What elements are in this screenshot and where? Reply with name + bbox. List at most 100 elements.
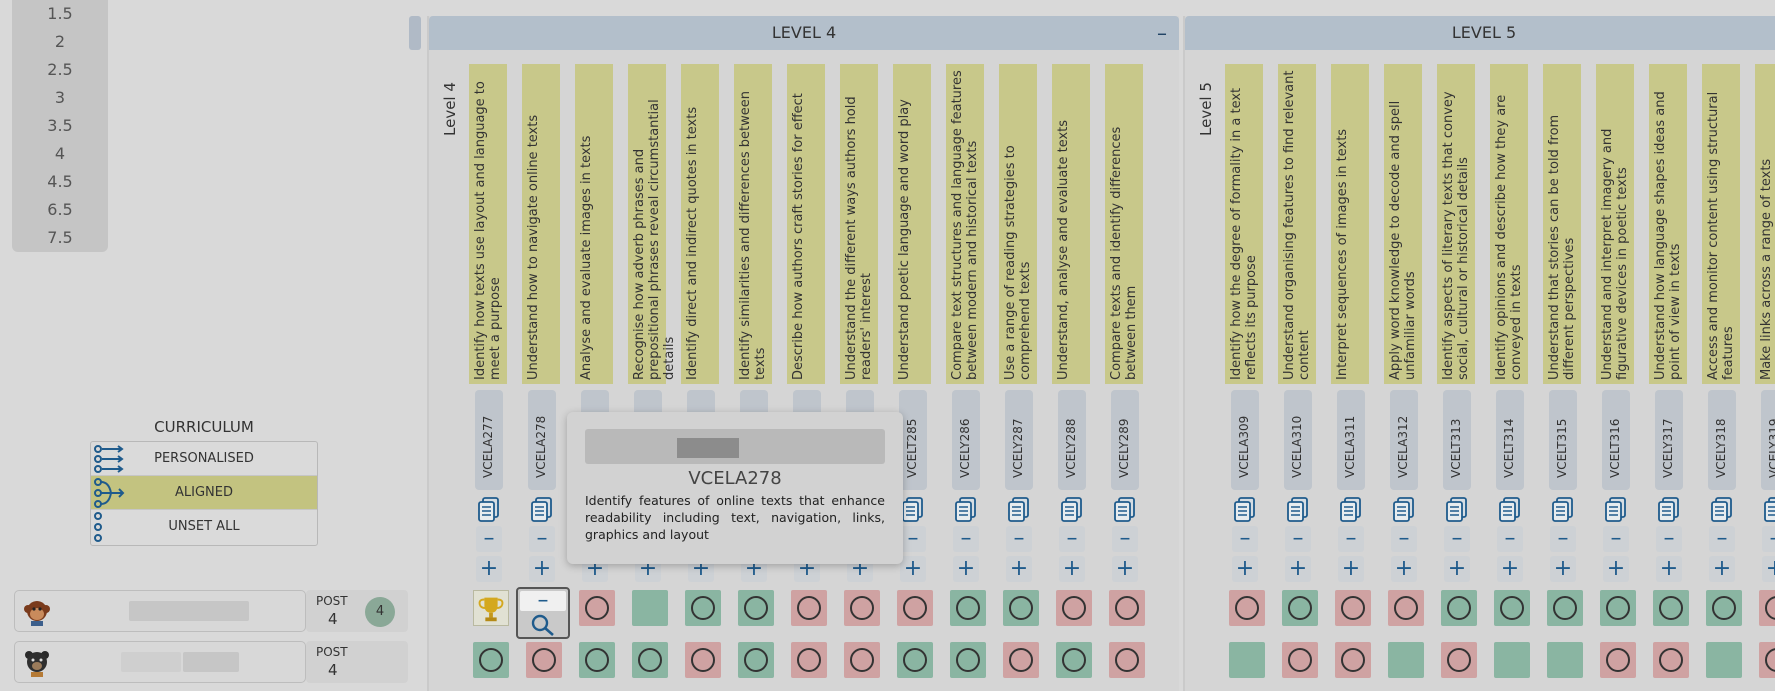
level-option[interactable]: 3 <box>12 84 108 112</box>
outcome-code-tab[interactable]: VCELY287 <box>1005 390 1033 490</box>
assessment-cell-green[interactable] <box>1600 590 1636 626</box>
assessment-cell-green[interactable] <box>1494 642 1530 678</box>
increase-button[interactable]: + <box>1006 556 1032 582</box>
assessment-cell-red[interactable] <box>685 642 721 678</box>
increase-button[interactable]: + <box>1112 556 1138 582</box>
assessment-cell-red[interactable] <box>791 642 827 678</box>
assessment-cell-green[interactable] <box>1229 642 1265 678</box>
trophy-icon[interactable] <box>473 590 509 626</box>
level-option[interactable]: 4 <box>12 140 108 168</box>
assessment-cell-red[interactable] <box>1759 642 1775 678</box>
outcome-code-tab[interactable]: VCELT314 <box>1496 390 1524 490</box>
assessment-cell-green[interactable] <box>738 642 774 678</box>
increase-button[interactable]: + <box>1285 556 1311 582</box>
decrease-button[interactable]: – <box>476 526 502 552</box>
outcome-code-tab[interactable]: VCELY286 <box>952 390 980 490</box>
remove-assessment-button[interactable]: – <box>520 590 566 612</box>
assessment-cell-red[interactable] <box>1282 642 1318 678</box>
assessment-cell-red[interactable] <box>1003 642 1039 678</box>
decrease-button[interactable]: – <box>1550 526 1576 552</box>
assessment-cell-red[interactable] <box>1335 590 1371 626</box>
assessment-cell-red[interactable] <box>791 590 827 626</box>
outcome-code-tab[interactable]: VCELA278 <box>528 390 556 490</box>
assessment-cell-red[interactable] <box>1388 590 1424 626</box>
level-option[interactable]: 6.5 <box>12 196 108 224</box>
search-icon[interactable] <box>530 613 556 637</box>
assessment-cell-green[interactable] <box>950 590 986 626</box>
document-icon[interactable] <box>1060 496 1084 522</box>
increase-button[interactable]: + <box>1550 556 1576 582</box>
assessment-cell-red[interactable] <box>1109 590 1145 626</box>
assessment-cell-red[interactable] <box>1759 590 1775 626</box>
assessment-cell-red[interactable] <box>1441 642 1477 678</box>
document-icon[interactable] <box>530 496 554 522</box>
assessment-cell-green[interactable] <box>738 590 774 626</box>
collapse-level-4-button[interactable]: – <box>1157 16 1167 50</box>
document-icon[interactable] <box>1657 496 1681 522</box>
assessment-cell-green[interactable] <box>897 642 933 678</box>
outcome-code-tab[interactable]: VCELA310 <box>1284 390 1312 490</box>
level-option[interactable]: 3.5 <box>12 112 108 140</box>
outcome-code-tab[interactable]: VCELA312 <box>1390 390 1418 490</box>
decrease-button[interactable]: – <box>1762 526 1775 552</box>
outcome-code-tab[interactable]: VCELY289 <box>1111 390 1139 490</box>
assessment-cell-red[interactable] <box>844 590 880 626</box>
outcome-code-tab[interactable]: VCELA277 <box>475 390 503 490</box>
decrease-button[interactable]: – <box>953 526 979 552</box>
document-icon[interactable] <box>1498 496 1522 522</box>
curriculum-unset-all-button[interactable]: UNSET ALL <box>91 510 317 544</box>
document-icon[interactable] <box>1007 496 1031 522</box>
increase-button[interactable]: + <box>953 556 979 582</box>
decrease-button[interactable]: – <box>1444 526 1470 552</box>
document-icon[interactable] <box>1339 496 1363 522</box>
document-icon[interactable] <box>1551 496 1575 522</box>
outcome-code-tab[interactable]: VCELY288 <box>1058 390 1086 490</box>
decrease-button[interactable]: – <box>1709 526 1735 552</box>
increase-button[interactable]: + <box>1444 556 1470 582</box>
decrease-button[interactable]: – <box>529 526 555 552</box>
document-icon[interactable] <box>1286 496 1310 522</box>
student-row-2[interactable] <box>14 641 306 683</box>
assessment-cell-red[interactable] <box>1653 642 1689 678</box>
increase-button[interactable]: + <box>1709 556 1735 582</box>
document-icon[interactable] <box>1233 496 1257 522</box>
assessment-cell-green[interactable] <box>1441 590 1477 626</box>
assessment-cell-green[interactable] <box>1003 590 1039 626</box>
outcome-code-tab[interactable]: VCELA311 <box>1337 390 1365 490</box>
outcome-code-tab[interactable]: VCELT315 <box>1549 390 1577 490</box>
outcome-code-tab[interactable]: VCELT316 <box>1602 390 1630 490</box>
decrease-button[interactable]: – <box>1656 526 1682 552</box>
curriculum-personalised-button[interactable]: PERSONALISED <box>91 442 317 476</box>
increase-button[interactable]: + <box>900 556 926 582</box>
assessment-cell-red[interactable] <box>1600 642 1636 678</box>
assessment-cell-red[interactable] <box>1335 642 1371 678</box>
assessment-cell-green[interactable] <box>632 642 668 678</box>
outcome-code-tab[interactable]: VCELT313 <box>1443 390 1471 490</box>
assessment-cell-green[interactable] <box>1706 642 1742 678</box>
decrease-button[interactable]: – <box>1059 526 1085 552</box>
decrease-button[interactable]: – <box>900 526 926 552</box>
outcome-code-tab[interactable]: VCELY317 <box>1655 390 1683 490</box>
assessment-cell-green[interactable] <box>1706 590 1742 626</box>
assessment-cell-green[interactable] <box>950 642 986 678</box>
increase-button[interactable]: + <box>1232 556 1258 582</box>
assessment-cell-green[interactable] <box>1388 642 1424 678</box>
decrease-button[interactable]: – <box>1497 526 1523 552</box>
assessment-cell-green[interactable] <box>1282 590 1318 626</box>
assessment-cell-green[interactable] <box>1547 590 1583 626</box>
level-option[interactable]: 2.5 <box>12 56 108 84</box>
document-icon[interactable] <box>1392 496 1416 522</box>
assessment-cell-red[interactable] <box>1109 642 1145 678</box>
level-option[interactable]: 2 <box>12 28 108 56</box>
assessment-cell-red[interactable] <box>1229 590 1265 626</box>
increase-button[interactable]: + <box>1338 556 1364 582</box>
scroll-handle[interactable] <box>409 16 421 50</box>
decrease-button[interactable]: – <box>1603 526 1629 552</box>
assessment-cell-red[interactable] <box>897 590 933 626</box>
level-option[interactable]: 4.5 <box>12 168 108 196</box>
assessment-cell-red[interactable] <box>526 642 562 678</box>
document-icon[interactable] <box>1604 496 1628 522</box>
document-icon[interactable] <box>1113 496 1137 522</box>
assessment-cell-green[interactable] <box>1653 590 1689 626</box>
increase-button[interactable]: + <box>1762 556 1775 582</box>
